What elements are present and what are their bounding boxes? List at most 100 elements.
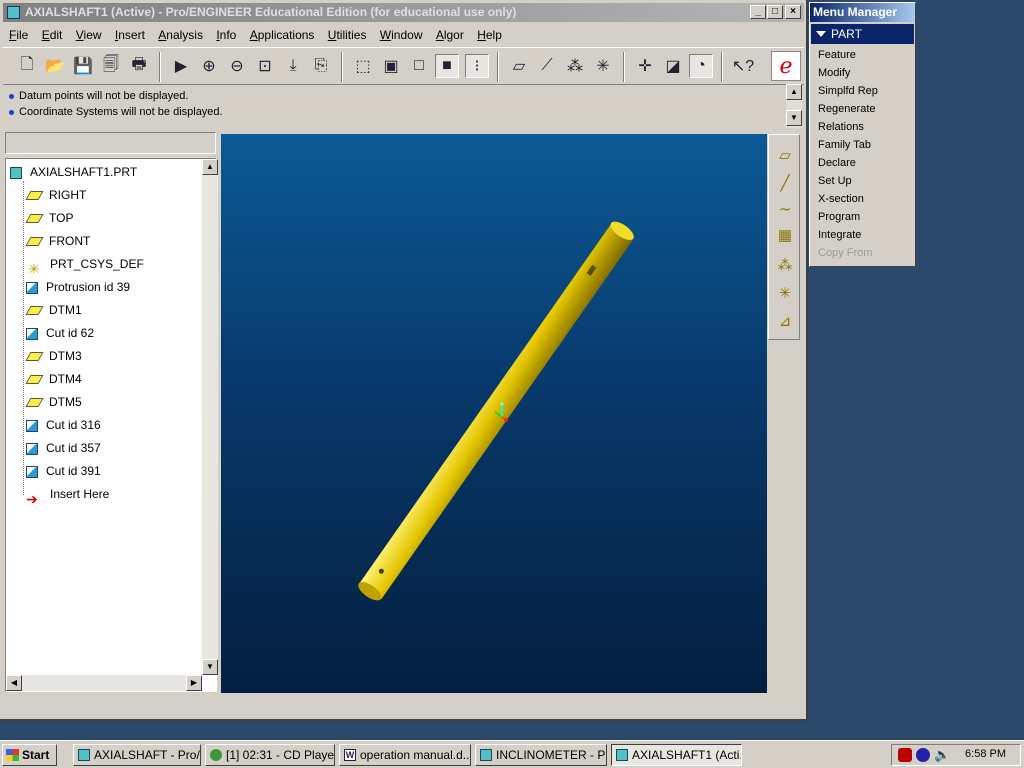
menu-manager-item[interactable]: Integrate	[818, 226, 861, 244]
reorient-icon[interactable]: ⤓	[281, 54, 305, 78]
model-tree-toggle-icon[interactable]: ⁝	[465, 54, 489, 78]
menu-manager-item[interactable]: Declare	[818, 154, 856, 172]
network-icon[interactable]	[916, 748, 930, 762]
menu-manager-item[interactable]: Regenerate	[818, 100, 876, 118]
repaint-icon[interactable]: ▶	[169, 54, 193, 78]
no-hidden-icon[interactable]: □	[407, 54, 431, 78]
csys-tool-icon[interactable]: ✳	[774, 283, 796, 305]
menu-manager-item[interactable]: Set Up	[818, 172, 852, 190]
scroll-up-icon[interactable]: ▲	[202, 159, 218, 175]
tree-horizontal-scrollbar[interactable]: ◀ ▶	[6, 675, 202, 691]
refit-icon[interactable]: ⊡	[253, 54, 277, 78]
menu-utilities[interactable]: Utilities	[322, 25, 371, 42]
datum-curve-tool-icon[interactable]: ∼	[774, 199, 796, 221]
taskbar-button[interactable]: INCLINOMETER - Pr...	[475, 744, 607, 766]
menu-manager-item[interactable]: Relations	[818, 118, 864, 136]
scroll-down-icon[interactable]: ▼	[786, 110, 802, 126]
tree-item[interactable]: Cut id 391	[26, 460, 101, 482]
print-icon[interactable]: 🖶	[127, 54, 151, 78]
datum-point-tool-icon[interactable]: ⁂	[774, 255, 796, 277]
hidden-line-icon[interactable]: ▣	[379, 54, 403, 78]
command-input[interactable]	[5, 132, 216, 154]
save-copy-icon[interactable]: 🗐	[99, 54, 123, 78]
title-bar[interactable]: AXIALSHAFT1 (Active) - Pro/ENGINEER Educ…	[3, 3, 804, 22]
message-scrollbar[interactable]: ▲ ▼	[786, 84, 802, 128]
graphics-viewport[interactable]	[221, 134, 767, 693]
tree-item[interactable]: ✳ PRT_CSYS_DEF	[26, 253, 144, 277]
antivirus-shield-icon[interactable]	[898, 748, 912, 762]
tree-item[interactable]: Cut id 62	[26, 322, 94, 344]
spin-center-icon[interactable]: ✛	[633, 54, 657, 78]
scroll-down-icon[interactable]: ▼	[202, 659, 218, 675]
saved-views-icon[interactable]: ⎘	[309, 54, 333, 78]
menu-applications[interactable]: Applications	[244, 25, 319, 42]
tree-item[interactable]: DTM1	[25, 299, 82, 321]
menu-manager-item[interactable]: Simplfd Rep	[818, 82, 878, 100]
datum-planes-toggle-icon[interactable]: ▱	[507, 54, 531, 78]
scroll-left-icon[interactable]: ◀	[6, 675, 22, 691]
tree-item[interactable]: DTM5	[25, 391, 82, 413]
menu-window[interactable]: Window	[374, 25, 427, 42]
scroll-right-icon[interactable]: ▶	[186, 675, 202, 691]
menu-file[interactable]: File	[3, 25, 32, 42]
taskbar-button[interactable]: [1] 02:31 - CD Player	[205, 744, 335, 766]
volume-icon[interactable]: 🔈	[934, 747, 950, 763]
tree-item[interactable]: DTM4	[25, 368, 82, 390]
proe-app-icon	[480, 749, 492, 761]
sketch-tool-icon[interactable]: ▦	[774, 225, 796, 247]
save-icon[interactable]: 💾	[71, 54, 95, 78]
tree-vertical-scrollbar[interactable]: ▲ ▼	[202, 159, 218, 675]
menu-manager-item[interactable]: Family Tab	[818, 136, 871, 154]
tree-item[interactable]: ➔ Insert Here	[26, 483, 109, 507]
menu-manager-item[interactable]: Modify	[818, 64, 850, 82]
menu-manager-item[interactable]: X-section	[818, 190, 864, 208]
system-tray: 🔈 6:58 PM	[891, 744, 1021, 766]
zoom-in-icon[interactable]: ⊕	[197, 54, 221, 78]
datum-points-toggle-icon[interactable]: ⁂	[563, 54, 587, 78]
menu-manager-item[interactable]: Program	[818, 208, 860, 226]
start-button[interactable]: Start	[2, 744, 57, 766]
open-folder-icon[interactable]: 📂	[43, 54, 67, 78]
dynamic-orient-icon[interactable]: ◔	[689, 54, 713, 78]
tree-item[interactable]: Cut id 316	[26, 414, 101, 436]
datum-plane-tool-icon[interactable]: ▱	[774, 145, 796, 167]
menu-info[interactable]: Info	[210, 25, 240, 42]
scroll-up-icon[interactable]: ▲	[786, 84, 802, 100]
zoom-out-icon[interactable]: ⊖	[225, 54, 249, 78]
context-help-icon[interactable]: ↖?	[731, 54, 755, 78]
menu-view[interactable]: View	[70, 25, 106, 42]
taskbar-button[interactable]: AXIALSHAFT - Pro/...	[73, 744, 201, 766]
menu-insert[interactable]: Insert	[109, 25, 149, 42]
analysis-tool-icon[interactable]: ⊿	[774, 311, 796, 333]
tree-root[interactable]: AXIALSHAFT1.PRT	[10, 161, 137, 183]
tree-item[interactable]: TOP	[25, 207, 73, 229]
menu-help[interactable]: Help	[471, 25, 506, 42]
wireframe-icon[interactable]: ⬚	[351, 54, 375, 78]
menu-algor[interactable]: Algor	[430, 25, 468, 42]
datum-axis-tool-icon[interactable]: ╱	[774, 173, 796, 195]
minimize-button[interactable]: _	[750, 5, 766, 19]
menu-panel-part[interactable]: PART	[811, 24, 914, 44]
tree-item[interactable]: Cut id 357	[26, 437, 101, 459]
close-button[interactable]: ×	[785, 5, 801, 19]
csys-toggle-icon[interactable]: ✳	[591, 54, 615, 78]
tree-item[interactable]: RIGHT	[25, 184, 86, 206]
taskbar-button[interactable]: Woperation manual.d...	[339, 744, 471, 766]
tree-item-label: DTM3	[49, 349, 82, 363]
menu-analysis[interactable]: Analysis	[152, 25, 207, 42]
tree-item[interactable]: DTM3	[25, 345, 82, 367]
maximize-button[interactable]: □	[767, 5, 783, 19]
toolbar-separator	[341, 52, 343, 82]
orient-mode-icon[interactable]: ◪	[661, 54, 685, 78]
menu-manager-item[interactable]: Feature	[818, 46, 856, 64]
message-line: Datum points will not be displayed.	[5, 88, 787, 104]
clock[interactable]: 6:58 PM	[965, 748, 1006, 760]
tree-item[interactable]: Protrusion id 39	[26, 276, 130, 298]
new-file-icon[interactable]: 🗋	[15, 54, 39, 78]
tree-item[interactable]: FRONT	[25, 230, 90, 252]
datum-axes-toggle-icon[interactable]: ⟋	[535, 54, 559, 78]
menu-manager-title[interactable]: Menu Manager	[810, 3, 915, 22]
menu-edit[interactable]: Edit	[36, 25, 67, 42]
taskbar-button-active[interactable]: AXIALSHAFT1 (Acti...	[611, 744, 742, 766]
shading-icon[interactable]: ■	[435, 54, 459, 78]
